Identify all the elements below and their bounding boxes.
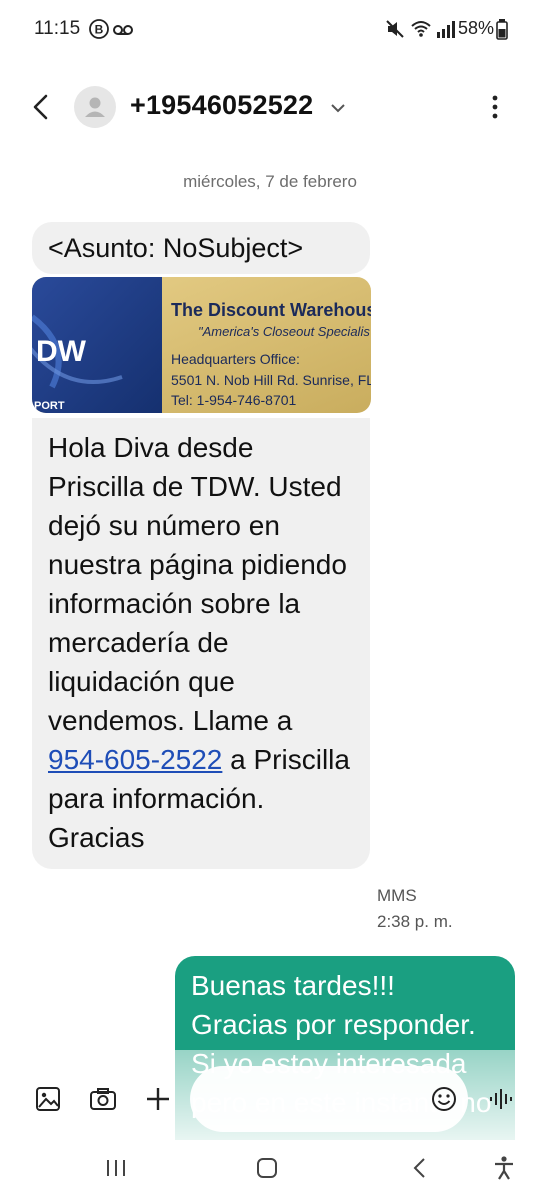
chevron-down-icon[interactable]	[328, 98, 348, 118]
battery-percent: 58%	[458, 18, 495, 38]
voicemail-icon	[113, 25, 133, 35]
avatar[interactable]	[74, 86, 116, 128]
recent-apps-icon[interactable]	[102, 1154, 130, 1182]
wifi-icon	[411, 21, 431, 37]
signal-icon	[437, 21, 455, 38]
message-text: Hola Diva desde Priscilla de TDW. Usted …	[48, 432, 347, 736]
camera-icon[interactable]	[89, 1085, 117, 1113]
image-line-3: Tel: 1-954-746-8701	[171, 392, 297, 408]
image-logo-text: DW	[36, 335, 86, 368]
image-line-1: Headquarters Office:	[171, 351, 300, 367]
home-icon[interactable]	[253, 1154, 281, 1182]
incoming-message[interactable]: Hola Diva desde Priscilla de TDW. Usted …	[32, 418, 370, 869]
message-time: 2:38 p. m.	[377, 912, 453, 931]
image-title: The Discount Warehouse	[171, 300, 371, 320]
gallery-icon[interactable]	[34, 1085, 62, 1113]
image-logo-sub: PORT	[34, 400, 65, 412]
subject-bubble[interactable]: <Asunto: NoSubject>	[32, 222, 370, 274]
message-input[interactable]	[190, 1066, 468, 1132]
status-time: 11:15	[34, 18, 81, 39]
battery-icon	[496, 19, 508, 40]
svg-text:B: B	[95, 23, 104, 37]
voice-icon[interactable]	[488, 1085, 516, 1113]
avatar-icon	[85, 97, 105, 117]
accessibility-icon[interactable]	[490, 1154, 518, 1182]
mms-image[interactable]: DW PORT The Discount Warehouse "America'…	[32, 277, 371, 413]
contact-name[interactable]: +19546052522	[130, 90, 313, 121]
b-circle-icon: B	[89, 19, 109, 39]
back-arrow-icon[interactable]	[28, 92, 54, 122]
mute-icon	[386, 20, 404, 38]
image-line-2: 5501 N. Nob Hill Rd. Sunrise, FL	[171, 372, 371, 388]
phone-link[interactable]: 954-605-2522	[48, 744, 222, 775]
emoji-icon[interactable]	[430, 1085, 458, 1113]
status-bar: 11:15 B 58%	[0, 0, 540, 60]
navigation-bar	[0, 1140, 540, 1200]
more-options-icon[interactable]	[480, 92, 510, 122]
date-separator: miércoles, 7 de febrero	[183, 172, 357, 191]
image-subtitle: "America's Closeout Specialis	[198, 324, 370, 339]
message-type: MMS	[377, 886, 417, 905]
conversation-header: +19546052522	[0, 70, 540, 144]
back-icon[interactable]	[406, 1154, 434, 1182]
plus-icon[interactable]	[144, 1085, 172, 1113]
